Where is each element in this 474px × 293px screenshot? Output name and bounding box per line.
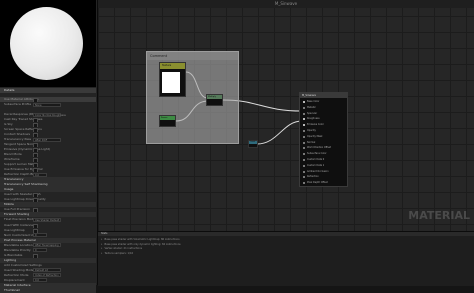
details-row-label: Blend Mode <box>4 152 22 157</box>
stats-tab[interactable]: Stats <box>98 232 474 236</box>
result-pin[interactable]: Specular <box>303 112 345 116</box>
result-pin[interactable]: Emissive Color <box>303 123 345 127</box>
texture-thumbnail <box>162 72 180 93</box>
result-pin[interactable]: Custom Data 1 <box>303 164 345 168</box>
details-row-label: Translucency Pass <box>4 137 32 142</box>
details-row-label: Wireframe <box>4 157 20 162</box>
details-row-label: Usage <box>4 187 14 192</box>
details-panel: Details Use Material Attributes Subsurfac… <box>0 0 98 293</box>
details-row-label: Lighting <box>4 257 17 262</box>
details-row-label: Thumbnail <box>4 287 20 292</box>
details-row-label: Refraction Depth Bias <box>4 172 37 177</box>
dropdown[interactable]: None <box>33 102 61 107</box>
stats-line: Base pass shader with only dynamic light… <box>101 243 180 246</box>
node-title: Multiply <box>207 95 222 99</box>
details-row-label: Post Process Material <box>4 237 36 242</box>
node-title: Param <box>160 116 175 120</box>
details-row-label: Forward Shading <box>4 212 30 217</box>
parameter-node[interactable]: Param <box>159 115 176 127</box>
result-pin[interactable]: Subsurface Color <box>303 152 345 156</box>
details-row-label: Float Precision Mode <box>4 217 35 222</box>
dropdown[interactable]: After Tonemapping <box>33 243 61 248</box>
comment-title[interactable]: Comment <box>147 52 238 60</box>
result-pin[interactable]: Opacity <box>303 129 345 133</box>
details-row-label: Mobile <box>4 202 14 207</box>
result-pin[interactable]: Custom Data 0 <box>303 158 345 162</box>
material-result-node[interactable]: M_Sinwave Base Color Metallic Specular Roug… <box>299 92 348 187</box>
details-row-label: Contact Shadows <box>4 132 31 137</box>
details-row-label: Subsurface Profile <box>4 102 32 107</box>
material-preview-viewport[interactable] <box>0 0 96 87</box>
dropdown[interactable]: Default Lit <box>33 268 61 273</box>
constant-node[interactable]: Const <box>248 140 258 148</box>
result-pin[interactable]: Roughness <box>303 117 345 121</box>
node-title: Const <box>249 141 257 144</box>
details-row-label: Used With Instanced <box>4 222 35 227</box>
preview-sphere <box>10 7 83 80</box>
result-pin[interactable]: Normal <box>303 141 345 145</box>
number-field[interactable]: 0 <box>33 233 47 238</box>
dropdown[interactable]: After DOF <box>33 137 61 142</box>
dropdown[interactable]: Use Shader Default <box>33 217 61 222</box>
details-row-label: Used Shading Models <box>4 267 37 272</box>
node-title: Texture <box>160 63 185 69</box>
details-row[interactable]: Thumbnail <box>0 287 96 293</box>
stats-panel: Stats Base pass shader with Volumetric L… <box>98 231 474 286</box>
number-field[interactable]: 0.0 <box>33 278 47 283</box>
details-row-label: Blendable Priority <box>4 247 31 252</box>
wire-const-to-roughness <box>256 120 303 145</box>
details-row-label: Is Blendable <box>4 252 23 257</box>
material-graph[interactable]: M_Sinwave Comment Texture Multiply Param… <box>98 0 474 231</box>
result-pin[interactable]: Metallic <box>303 106 345 110</box>
result-pin[interactable]: Base Color <box>303 100 345 104</box>
dropdown[interactable]: Color Normal Roughness <box>33 112 66 117</box>
details-row-label: Translucency <box>4 177 24 182</box>
details-row-label: Translucency Self Shadowing <box>4 182 48 187</box>
dropdown[interactable]: Index of Refraction <box>33 273 61 278</box>
number-field[interactable]: 0 <box>33 248 47 253</box>
details-row-label: Use Lightmap Directionality <box>4 197 46 202</box>
result-node-title: M_Sinwave <box>300 93 347 98</box>
stats-line: Vertex shader: 21 instructions <box>101 247 142 250</box>
result-pin[interactable]: Ambient Occlusion <box>303 170 345 174</box>
details-row-label: Emissive (Dynamic Area Light) <box>4 147 51 152</box>
details-row-label: Displacement <box>4 277 25 282</box>
stats-line: Texture samplers: 1/16 <box>101 252 133 255</box>
number-field[interactable]: 0.0 <box>33 172 47 177</box>
result-pin[interactable]: World Position Offset <box>303 146 345 150</box>
details-row-label: Use Lightmap <box>4 227 25 232</box>
details-row-label: Refraction Mode <box>4 272 29 277</box>
result-pin[interactable]: Pixel Depth Offset <box>303 181 345 185</box>
details-row-label: Blendable Location <box>4 242 33 247</box>
texture-sample-node[interactable]: Texture <box>159 62 186 97</box>
graph-watermark: MATERIAL <box>408 209 470 222</box>
details-row-label: Is Sky <box>4 122 13 127</box>
result-pin[interactable]: Opacity Mask <box>303 135 345 139</box>
multiply-node[interactable]: Multiply <box>206 94 223 106</box>
result-pin[interactable]: Refraction <box>303 175 345 179</box>
details-row-label: Add Customized Settings <box>4 262 42 267</box>
stats-line: Base pass shader with Volumetric Lightma… <box>101 238 179 241</box>
details-row-label: Use Full Precision <box>4 207 31 212</box>
details-tab[interactable]: Details <box>0 88 96 93</box>
details-row-label: Num Customized UVs <box>4 232 37 237</box>
details-row-label: Support Lumen Mats <box>4 162 36 167</box>
